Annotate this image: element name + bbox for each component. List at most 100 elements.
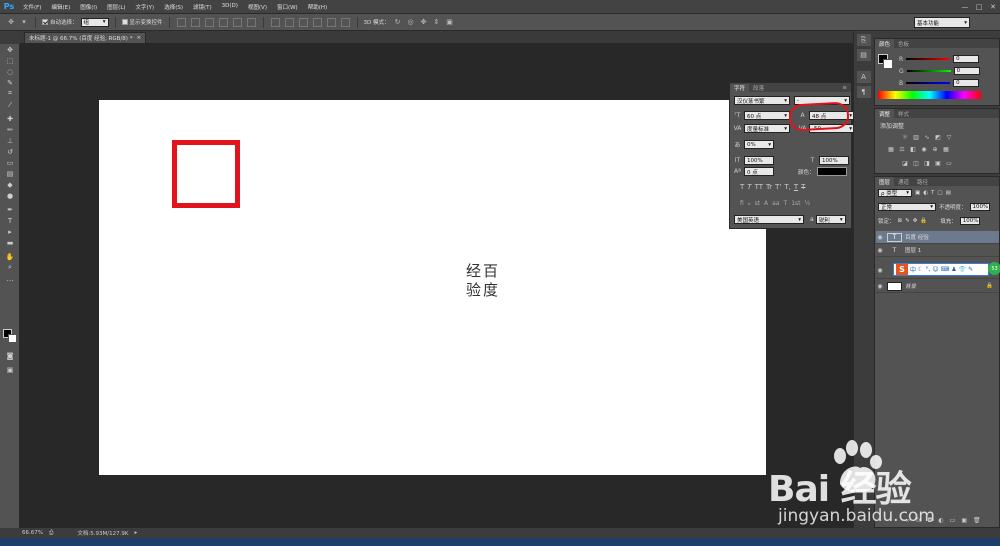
- marquee-tool-icon[interactable]: ⬚: [0, 55, 20, 66]
- history-panel-icon[interactable]: ⎘: [856, 34, 871, 46]
- text-color-swatch[interactable]: [816, 167, 847, 176]
- wrench-icon[interactable]: ✎: [968, 266, 973, 273]
- tab-paths[interactable]: 路径: [913, 177, 932, 186]
- distribute-bottom-icon[interactable]: [298, 17, 308, 27]
- checkbox-icon[interactable]: [42, 19, 48, 25]
- paragraph-panel-icon[interactable]: ¶: [856, 86, 871, 98]
- brightness-icon[interactable]: ☼: [901, 133, 909, 141]
- anti-alias-select[interactable]: 锐利 ▾: [815, 215, 846, 224]
- pen-tool-icon[interactable]: ✒: [0, 204, 20, 215]
- align-bottom-icon[interactable]: [204, 17, 214, 27]
- new-adjustment-icon[interactable]: ◐: [938, 517, 943, 524]
- menu-item-5[interactable]: 选择(S): [159, 3, 188, 11]
- tab-adjustments[interactable]: 调整: [875, 109, 895, 118]
- history-brush-tool-icon[interactable]: ↺: [0, 146, 20, 157]
- stylistic-alt-button[interactable]: aa: [772, 200, 779, 207]
- screen-mode-icon[interactable]: ▣: [0, 364, 20, 375]
- keyboard-icon[interactable]: ⌨: [941, 266, 950, 273]
- font-size-field[interactable]: 60 点 ▾: [744, 111, 790, 120]
- zoom-tool-icon[interactable]: ⌕: [0, 262, 20, 273]
- type-tool-icon[interactable]: T: [0, 215, 20, 226]
- align-top-icon[interactable]: [176, 17, 186, 27]
- align-vcenter-icon[interactable]: [190, 17, 200, 27]
- blue-slider[interactable]: [906, 82, 951, 84]
- roll-3d-icon[interactable]: ◎: [406, 17, 416, 27]
- menu-item-0[interactable]: 文件(F): [18, 3, 46, 11]
- blend-mode-select[interactable]: 正常 ▾: [878, 203, 936, 211]
- auto-select-checkbox[interactable]: 自动选择：: [42, 18, 78, 26]
- gradient-tool-icon[interactable]: ▤: [0, 168, 20, 179]
- hue-saturation-icon[interactable]: ▦: [887, 145, 895, 153]
- distribute-left-icon[interactable]: [312, 17, 322, 27]
- slide-3d-icon[interactable]: ⇕: [432, 17, 442, 27]
- menu-item-4[interactable]: 文字(Y): [131, 3, 160, 11]
- filter-type-icon[interactable]: T: [931, 190, 934, 196]
- eye-icon[interactable]: ◉: [876, 247, 884, 254]
- red-slider[interactable]: [906, 58, 951, 60]
- channel-mixer-icon[interactable]: ⊕: [931, 145, 939, 153]
- filter-shape-icon[interactable]: ▢: [937, 190, 942, 196]
- vertical-scale-field[interactable]: 100%: [744, 156, 774, 165]
- color-balance-icon[interactable]: ⚖: [898, 145, 906, 153]
- punctuation-icon[interactable]: °,: [925, 266, 930, 273]
- chevron-down-icon[interactable]: ▾: [19, 17, 29, 27]
- more-tools-icon[interactable]: …: [0, 273, 20, 284]
- panel-menu-icon[interactable]: ≡: [838, 84, 851, 92]
- properties-panel-icon[interactable]: ▤: [856, 49, 871, 61]
- layer-filter-select[interactable]: ρ 类型 ▾: [878, 189, 912, 197]
- lock-transparent-icon[interactable]: ⊠: [898, 218, 903, 224]
- threshold-icon[interactable]: ◨: [923, 159, 931, 167]
- blur-tool-icon[interactable]: ◆: [0, 179, 20, 190]
- titling-button[interactable]: T: [784, 200, 788, 207]
- eye-icon[interactable]: ◉: [876, 283, 884, 290]
- horizontal-scale-field[interactable]: 100%: [819, 156, 849, 165]
- move-tool-icon[interactable]: ✥: [6, 17, 16, 27]
- export-icon[interactable]: ⎙: [49, 530, 53, 537]
- show-transform-checkbox[interactable]: 显示变换控件: [121, 18, 163, 26]
- all-caps-button[interactable]: TT: [755, 183, 763, 191]
- new-layer-icon[interactable]: ▣: [961, 517, 967, 524]
- red-value-field[interactable]: 0: [953, 55, 980, 63]
- language-select[interactable]: 美国英语 ▾: [734, 215, 804, 224]
- fill-field[interactable]: 100%: [959, 217, 980, 225]
- lasso-tool-icon[interactable]: ◌: [0, 66, 20, 77]
- close-icon[interactable]: ×: [136, 35, 141, 41]
- fraction-button[interactable]: ½: [804, 200, 810, 207]
- stylistic-button[interactable]: st: [755, 200, 760, 207]
- green-value-field[interactable]: 0: [953, 67, 980, 75]
- align-left-icon[interactable]: [218, 17, 228, 27]
- notification-badge[interactable]: 53: [988, 262, 1000, 275]
- layer-row-background[interactable]: ◉ 背景 🔒: [876, 280, 999, 293]
- layer-row-text-layer1[interactable]: ◉ T 图层 1: [876, 244, 999, 257]
- drag-3d-icon[interactable]: ✥: [419, 17, 429, 27]
- tab-styles[interactable]: 样式: [894, 109, 913, 118]
- menu-item-6[interactable]: 滤镜(T): [188, 3, 217, 11]
- filter-pixel-icon[interactable]: ▣: [915, 190, 920, 196]
- menu-item-3[interactable]: 图层(L): [102, 3, 130, 11]
- move-tool-icon[interactable]: ✥: [0, 44, 20, 55]
- lock-position-icon[interactable]: ✥: [913, 218, 918, 224]
- subscript-button[interactable]: T,: [784, 183, 791, 191]
- quick-mask-icon[interactable]: ◙: [0, 350, 20, 361]
- eraser-tool-icon[interactable]: ▭: [0, 157, 20, 168]
- document-tab[interactable]: 未标题-1 @ 66.7% (百度 经验, RGB/8) * ×: [24, 32, 147, 43]
- ordinal-button[interactable]: 1st: [791, 200, 800, 207]
- scale-3d-icon[interactable]: ▣: [445, 17, 455, 27]
- filter-adjust-icon[interactable]: ◐: [923, 190, 928, 196]
- quick-select-tool-icon[interactable]: ✎: [0, 77, 20, 88]
- strikethrough-button[interactable]: T: [801, 183, 805, 191]
- faux-italic-button[interactable]: T: [747, 183, 751, 191]
- tsume-field[interactable]: 0% ▾: [744, 140, 774, 149]
- ligature-button[interactable]: fi: [740, 200, 744, 207]
- path-select-tool-icon[interactable]: ▸: [0, 226, 20, 237]
- layer-mask-icon[interactable]: ◘: [928, 517, 933, 524]
- distribute-vcenter-icon[interactable]: [284, 17, 294, 27]
- underline-button[interactable]: T: [794, 183, 798, 191]
- color-lookup-icon[interactable]: ▦: [942, 145, 950, 153]
- menu-item-8[interactable]: 视图(V): [243, 3, 272, 11]
- layer-row-text-baidu[interactable]: ◉ T 百度 经验: [876, 231, 999, 244]
- menu-item-2[interactable]: 图像(I): [75, 3, 102, 11]
- hand-tool-icon[interactable]: ✋: [0, 251, 20, 262]
- dodge-tool-icon[interactable]: ●: [0, 190, 20, 201]
- curves-icon[interactable]: ∿: [923, 133, 931, 141]
